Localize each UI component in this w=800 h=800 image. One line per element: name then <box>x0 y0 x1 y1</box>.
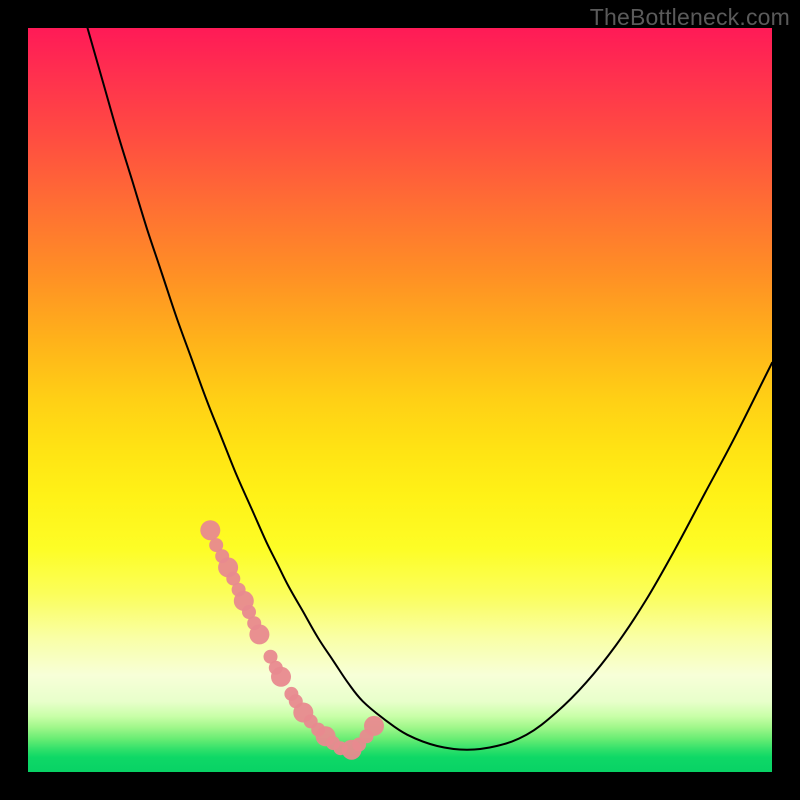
plot-area <box>28 28 772 772</box>
watermark-text: TheBottleneck.com <box>590 4 790 31</box>
curve-layer <box>28 28 772 772</box>
marker-group <box>200 520 384 760</box>
marker-dot <box>249 624 269 644</box>
marker-dot <box>200 520 220 540</box>
bottleneck-curve <box>88 28 773 750</box>
marker-dot <box>271 667 291 687</box>
marker-dot <box>364 716 384 736</box>
chart-frame: TheBottleneck.com <box>0 0 800 800</box>
